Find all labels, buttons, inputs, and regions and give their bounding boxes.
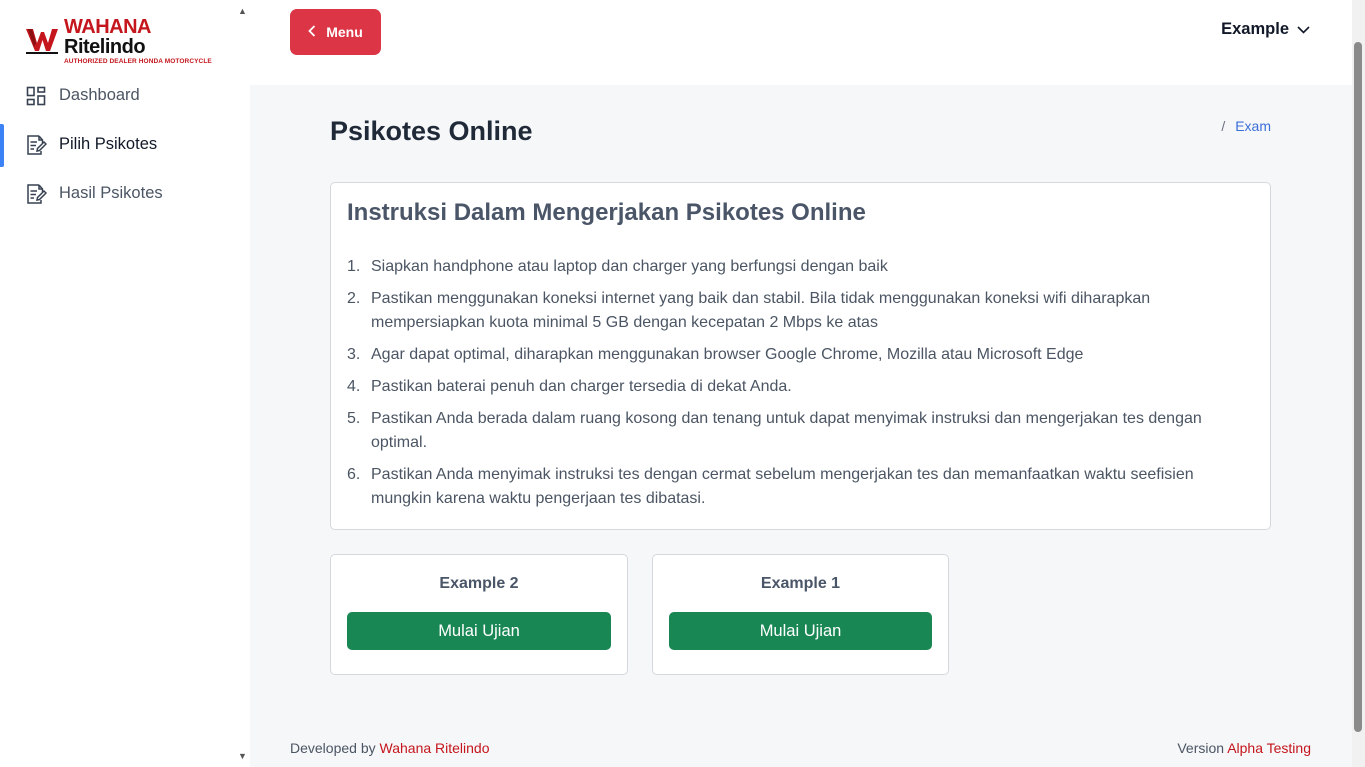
brand-subtitle: AUTHORIZED DEALER HONDA MOTORCYCLE xyxy=(64,58,212,65)
list-item-number: 3. xyxy=(347,346,361,363)
footer-version-link[interactable]: Alpha Testing xyxy=(1227,740,1311,756)
list-item-text: Pastikan menggunakan koneksi internet ya… xyxy=(371,290,1151,331)
list-item-number: 2. xyxy=(347,290,361,307)
brand-title-dark: Ritelindo xyxy=(64,36,146,58)
topbar: Menu Example xyxy=(250,0,1352,85)
list-item: 2. Pastikan menggunakan koneksi internet … xyxy=(347,287,1254,335)
sidebar-item-label: Hasil Psikotes xyxy=(59,184,163,202)
breadcrumb-item-exam[interactable]: Exam xyxy=(1235,118,1271,134)
list-item-text: Pastikan Anda menyimak instruksi tes den… xyxy=(371,466,1194,507)
start-exam-button[interactable]: Mulai Ujian xyxy=(669,612,932,650)
scrollbar-thumb[interactable] xyxy=(1354,42,1362,732)
list-item: 1. Siapkan handphone atau laptop dan char… xyxy=(347,255,1254,279)
sidebar-item-dashboard[interactable]: Dashboard xyxy=(0,71,235,120)
exam-name: Example 1 xyxy=(760,575,841,592)
menu-button[interactable]: Menu xyxy=(290,9,381,55)
footer-developed-prefix: Developed by xyxy=(290,740,376,756)
brand-title: WAHANA Ritelindo xyxy=(64,17,235,57)
document-edit-icon xyxy=(25,183,47,205)
start-exam-button[interactable]: Mulai Ujian xyxy=(347,612,611,650)
instructions-card: Instruksi Dalam Mengerjakan Psikotes Onl… xyxy=(330,182,1271,530)
document-edit-icon xyxy=(25,134,47,156)
list-item-number: 5. xyxy=(347,410,361,427)
brand-logo[interactable]: WAHANA Ritelindo AUTHORIZED DEALER HONDA… xyxy=(26,17,235,66)
wahana-w-logo-icon xyxy=(26,27,58,55)
footer-developer-link[interactable]: Wahana Ritelindo xyxy=(380,740,490,756)
instructions-list: 1. Siapkan handphone atau laptop dan char… xyxy=(347,255,1254,511)
instructions-title: Instruksi Dalam Mengerjakan Psikotes Onl… xyxy=(347,199,866,226)
sidebar-item-label: Dashboard xyxy=(59,86,140,104)
sidebar-item-pilih-psikotes[interactable]: Pilih Psikotes xyxy=(0,120,235,169)
user-menu-dropdown[interactable]: Example xyxy=(1221,20,1310,39)
page-title: Psikotes Online xyxy=(330,116,533,146)
list-item: 5. Pastikan Anda berada dalam ruang koson… xyxy=(347,407,1254,455)
list-item-text: Agar dapat optimal, diharapkan menggunak… xyxy=(371,346,1084,363)
list-item-number: 4. xyxy=(347,378,361,395)
menu-button-label: Menu xyxy=(326,24,363,40)
breadcrumb: / Exam xyxy=(1221,118,1271,134)
breadcrumb-separator: / xyxy=(1221,118,1226,134)
exam-name: Example 2 xyxy=(439,575,519,592)
sidebar: WAHANA Ritelindo AUTHORIZED DEALER HONDA… xyxy=(0,0,235,767)
user-name: Example xyxy=(1221,20,1289,38)
footer-developed-by: Developed by Wahana Ritelindo xyxy=(290,740,490,756)
list-item-number: 1. xyxy=(347,258,361,275)
scroll-down-arrow-icon[interactable]: ▼ xyxy=(238,751,247,761)
list-item-text: Pastikan Anda berada dalam ruang kosong … xyxy=(371,410,1202,451)
exam-card-example-1: Example 1 Mulai Ujian xyxy=(652,554,949,675)
dashboard-grid-icon xyxy=(25,85,47,107)
list-item-text: Pastikan baterai penuh dan charger terse… xyxy=(371,378,792,395)
sidebar-scrollbar[interactable]: ▲ ▼ xyxy=(235,0,250,767)
sidebar-item-label: Pilih Psikotes xyxy=(59,135,158,153)
scroll-up-arrow-icon[interactable]: ▲ xyxy=(238,6,247,16)
list-item-text: Siapkan handphone atau laptop dan charge… xyxy=(371,258,888,275)
list-item-number: 6. xyxy=(347,466,361,483)
chevron-down-icon xyxy=(1297,20,1310,39)
chevron-left-icon xyxy=(308,24,316,40)
exam-card-example-2: Example 2 Mulai Ujian xyxy=(330,554,628,675)
sidebar-nav: Dashboard Pilih Psikotes Hasil Psikotes xyxy=(0,71,235,218)
list-item: 4. Pastikan baterai penuh dan charger ter… xyxy=(347,375,1254,399)
page-scrollbar[interactable] xyxy=(1352,0,1365,767)
list-item: 6. Pastikan Anda menyimak instruksi tes d… xyxy=(347,463,1254,511)
footer-version-prefix: Version xyxy=(1177,740,1225,756)
brand-title-red: WAHANA xyxy=(64,16,151,38)
list-item: 3. Agar dapat optimal, diharapkan menggun… xyxy=(347,343,1254,367)
footer-version: Version Alpha Testing xyxy=(1177,740,1311,756)
sidebar-item-hasil-psikotes[interactable]: Hasil Psikotes xyxy=(0,169,235,218)
